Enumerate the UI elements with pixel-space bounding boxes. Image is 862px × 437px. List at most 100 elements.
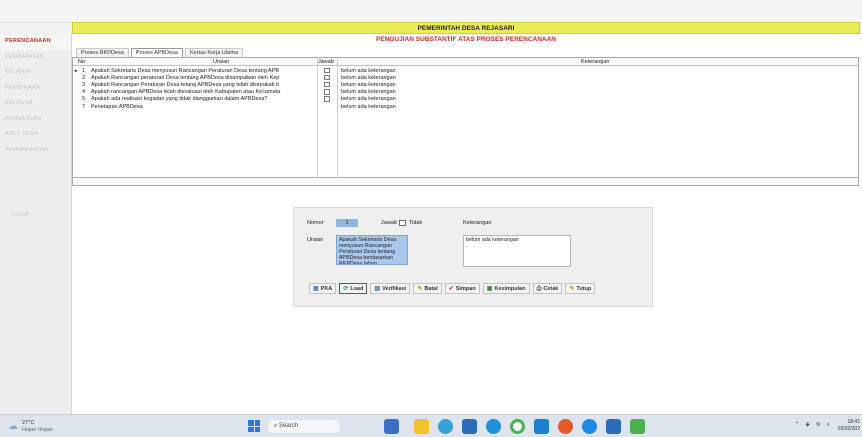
sidebar-item-bsi-desa[interactable]: BSI DESA xyxy=(0,96,71,112)
sidebar-item-pemanfaatan[interactable]: PEMANFAATAN xyxy=(0,143,71,159)
row-uraian: Penetapan APBDesa xyxy=(91,103,143,110)
page-title: PENGUJIAN SUBSTANTIF ATAS PROSES PERENCA… xyxy=(376,36,556,43)
batal-button[interactable]: ✎ Batal xyxy=(413,283,442,294)
question-table[interactable]: No Uraian Jawab Keterangan ► 1 Apakah Se… xyxy=(72,57,859,186)
tutup-button[interactable]: ✎ Tutup xyxy=(565,283,596,294)
table-row[interactable]: 4 Apakah rancangan APBDesa telah dievalu… xyxy=(73,89,858,96)
row-no: 1 xyxy=(82,67,86,74)
top-strip xyxy=(0,0,862,12)
keterangan-label: Keterangan xyxy=(463,220,492,226)
sidebar: PERENCANAAN PENDAPATAN BELANJA PEMBINAAN… xyxy=(0,34,72,414)
current-row-indicator-icon: ► xyxy=(74,68,79,73)
tab-bar: Proses RKPDesa Proses APBDesa Kertas Ker… xyxy=(76,48,243,57)
taskbar-app-icon[interactable] xyxy=(582,419,597,434)
document-icon: ▤ xyxy=(374,285,381,292)
edge-icon[interactable] xyxy=(486,419,501,434)
report-icon: ▣ xyxy=(486,285,493,292)
volume-icon: ◖ xyxy=(826,422,832,428)
row-keterangan: belum ada keterangan xyxy=(341,81,396,88)
table-row[interactable]: ► 1 Apakah Sekretaris Desa menyusun Ranc… xyxy=(73,67,858,74)
pencil-icon: ✎ xyxy=(417,285,423,292)
simpan-button[interactable]: ✔ Simpan xyxy=(444,283,480,294)
windows-start-icon[interactable] xyxy=(248,420,260,432)
jawab-checkbox[interactable] xyxy=(399,220,406,226)
taskbar-app-icon[interactable] xyxy=(630,419,645,434)
row-jawab-checkbox[interactable] xyxy=(324,81,330,88)
app-banner: PEMERINTAH DESA REJASARI xyxy=(72,22,860,34)
row-keterangan: belum ada keterangan xyxy=(341,103,396,110)
sidebar-item-pengajuan[interactable]: PENGAJUAN xyxy=(0,112,71,128)
row-jawab-checkbox[interactable] xyxy=(324,67,330,73)
main-panel: PENGUJIAN SUBSTANTIF ATAS PROSES PERENCA… xyxy=(72,34,862,414)
cetak-button[interactable]: ⎙ Cetak xyxy=(532,283,563,294)
row-keterangan: belum ada keterangan xyxy=(341,74,396,81)
taskbar-app-icon[interactable] xyxy=(606,419,621,434)
row-no: 7 xyxy=(82,103,86,110)
row-jawab-checkbox[interactable] xyxy=(324,96,330,102)
tab-kertas-kerja-utama[interactable]: Kertas Kerja Utama xyxy=(184,48,243,57)
table-row[interactable]: 7 Penetapan APBDesa belum ada keterangan xyxy=(73,103,858,110)
row-keterangan: belum ada keterangan xyxy=(341,96,396,103)
row-uraian: Apakah Rancangan peraturan Desa tentang … xyxy=(91,74,280,81)
row-jawab-checkbox[interactable] xyxy=(324,89,330,95)
taskbar-app-icon[interactable] xyxy=(534,419,549,434)
header-uraian: Uraian xyxy=(213,59,230,65)
row-keterangan: belum ada keterangan xyxy=(341,67,396,74)
taskbar-app-icon[interactable] xyxy=(558,419,573,434)
table-row[interactable]: 5 Apakah ada realisasi kegiatan yang tid… xyxy=(73,96,858,103)
kesimpulan-button[interactable]: ▣ Kesimpulan xyxy=(482,283,530,294)
checkmark-icon: ✔ xyxy=(448,285,454,292)
refresh-icon: ⟳ xyxy=(343,285,349,292)
printer-icon: ⎙ xyxy=(536,285,542,292)
clock-time: 18:41 xyxy=(847,419,860,425)
kesimpulan-button-label: Kesimpulan xyxy=(494,285,526,292)
sidebar-item-belanja[interactable]: BELANJA xyxy=(0,65,71,81)
taskbar-app-icon[interactable] xyxy=(384,419,399,434)
sidebar-item-pembinaan[interactable]: PEMBINAAN xyxy=(0,81,71,97)
verifikasi-button[interactable]: ▤ Verifikasi xyxy=(370,283,411,294)
table-row[interactable]: 2 Apakah Rancangan peraturan Desa tentan… xyxy=(73,74,858,81)
row-uraian: Apakah Rancangan Peraturan Desa tetang A… xyxy=(91,81,280,88)
verifikasi-button-label: Verifikasi xyxy=(382,285,407,292)
row-keterangan: belum ada keterangan xyxy=(341,89,396,96)
network-icon: ◈ xyxy=(805,422,812,428)
uraian-field[interactable]: Apakah Sekretaris Desa menyusun Rancanga… xyxy=(336,235,408,265)
sidebar-item-pendapatan[interactable]: PENDAPATAN xyxy=(0,50,71,66)
row-jawab-checkbox[interactable] xyxy=(324,74,330,81)
sidebar-tutup-button[interactable]: TUTUP xyxy=(0,212,72,218)
chevron-up-icon: ⌃ xyxy=(794,422,802,428)
sidebar-item-aset-desa[interactable]: ASET DESA xyxy=(0,127,71,143)
button-bar: ▦ PKA ⟳ Load ▤ Verifikasi ✎ Batal ✔ Simp… xyxy=(309,283,596,294)
keterangan-field[interactable]: belum ada keterangan xyxy=(463,235,571,267)
system-tray[interactable]: ⌃ ◈ ≋ ◖ xyxy=(795,421,832,428)
jawab-label: Jawab xyxy=(381,220,397,226)
load-button[interactable]: ⟳ Load xyxy=(339,283,368,294)
tab-proses-apbdesa[interactable]: Proses APBDesa xyxy=(130,48,183,57)
wifi-icon: ≋ xyxy=(815,422,823,428)
sidebar-item-perencanaan[interactable]: PERENCANAAN xyxy=(0,34,71,50)
cloud-rain-icon: ☁ xyxy=(8,421,18,432)
clock-date: 03/02/202 xyxy=(837,426,860,432)
uraian-label: Uraian xyxy=(307,237,324,243)
simpan-button-label: Simpan xyxy=(455,285,476,292)
clock[interactable]: 18:41 03/02/202 xyxy=(838,419,860,433)
row-no: 3 xyxy=(82,81,86,88)
taskbar-app-icon[interactable] xyxy=(438,419,453,434)
table-row[interactable]: 3 Apakah Rancangan Peraturan Desa tetang… xyxy=(73,81,858,88)
nomor-label: Nomor xyxy=(307,220,324,226)
taskbar: ☁ 27°C Hujan ringan ⌕ Search ⌃ ◈ ≋ ◖ 18:… xyxy=(0,414,862,437)
tab-proses-rkpdesa[interactable]: Proses RKPDesa xyxy=(76,48,129,57)
pka-button-label: PKA xyxy=(320,285,333,292)
batal-button-label: Batal xyxy=(424,285,438,292)
folder-icon[interactable] xyxy=(414,419,429,434)
taskbar-search[interactable]: ⌕ Search xyxy=(268,420,340,433)
table-footer xyxy=(73,177,858,185)
nomor-field[interactable]: 1 xyxy=(336,219,358,227)
row-no: 5 xyxy=(82,96,86,103)
weather-description: Hujan ringan xyxy=(22,427,54,433)
chrome-icon[interactable] xyxy=(510,419,525,434)
pencil-icon: ✎ xyxy=(569,285,575,292)
taskbar-app-icon[interactable] xyxy=(462,419,477,434)
row-uraian: Apakah rancangan APBDesa telah dievaluas… xyxy=(91,89,281,96)
pka-button[interactable]: ▦ PKA xyxy=(309,283,337,294)
